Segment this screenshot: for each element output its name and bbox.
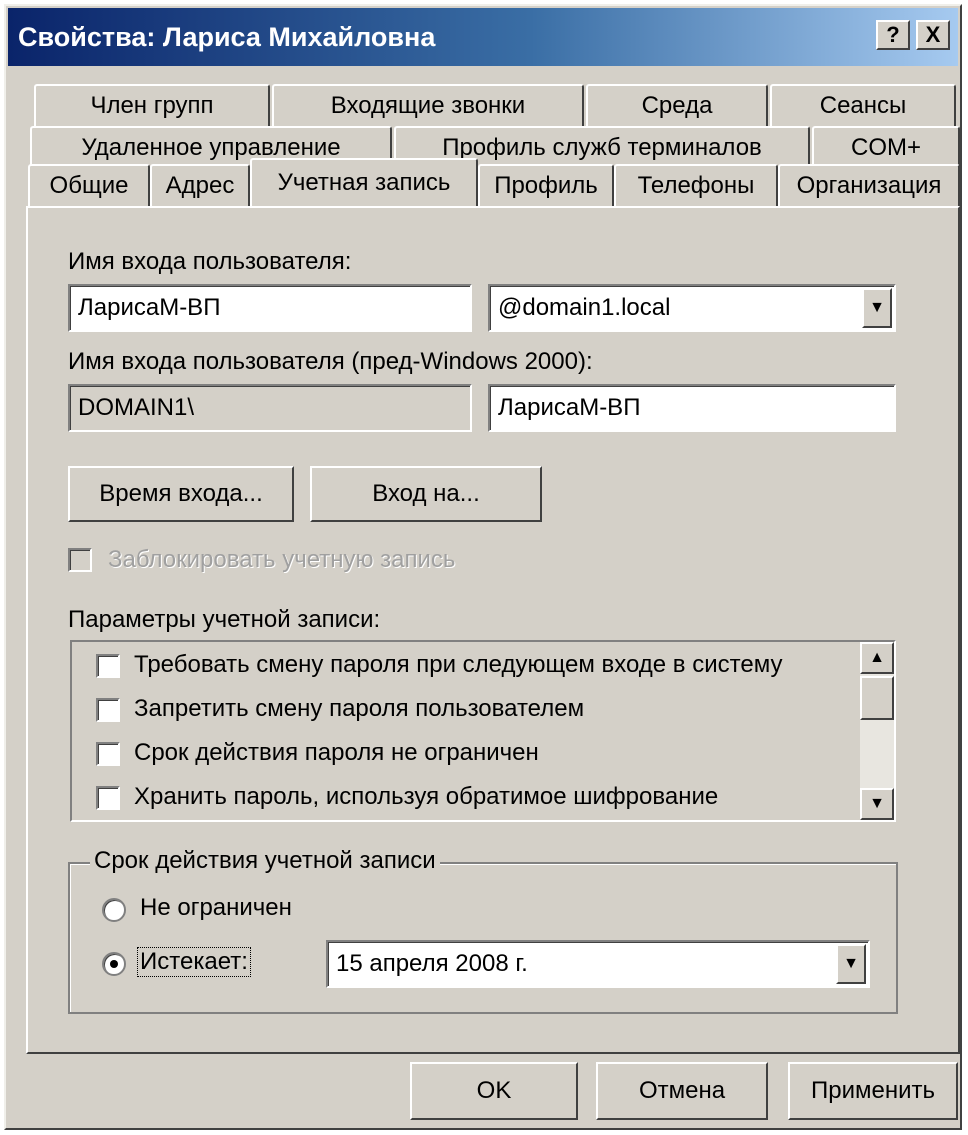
list-item[interactable]: Требовать смену пароля при следующем вхо… — [72, 646, 852, 686]
dialog-title: Свойства: Лариса Михайловна — [18, 21, 436, 52]
lock-account-checkbox — [68, 548, 92, 572]
account-tab-panel: Имя входа пользователя: ЛарисаМ-ВП @doma… — [26, 206, 960, 1054]
option-label: Срок действия пароля не ограничен — [134, 739, 539, 766]
option-label: Запретить смену пароля пользователем — [134, 695, 585, 722]
radio-selected-dot — [110, 960, 118, 968]
title-bar: Свойства: Лариса Михайловна ? X — [8, 8, 958, 66]
pre2000-logon-label: Имя входа пользователя (пред-Windows 200… — [68, 348, 593, 375]
tab-member-of[interactable]: Член групп — [34, 84, 270, 126]
expiry-date-picker[interactable]: 15 апреля 2008 г. ▼ — [326, 940, 870, 988]
list-item[interactable]: Срок действия пароля не ограничен — [72, 734, 852, 774]
list-item[interactable]: Запретить смену пароля пользователем — [72, 690, 852, 730]
ok-button[interactable]: OK — [410, 1062, 578, 1120]
tab-account[interactable]: Учетная запись — [250, 158, 478, 206]
help-button[interactable]: ? — [876, 20, 910, 50]
account-options-list[interactable]: Требовать смену пароля при следующем вхо… — [70, 640, 896, 822]
upn-suffix-select[interactable]: @domain1.local ▼ — [488, 284, 896, 332]
pre2000-logon-value: ЛарисаМ-ВП — [498, 394, 641, 421]
scroll-thumb[interactable] — [860, 676, 894, 720]
properties-dialog: Свойства: Лариса Михайловна ? X Член гру… — [4, 4, 962, 1130]
expires-label: Истекает: — [137, 947, 251, 977]
tab-address[interactable]: Адрес — [150, 164, 250, 206]
tab-dial-in[interactable]: Входящие звонки — [272, 84, 584, 126]
logon-hours-button[interactable]: Время входа... — [68, 466, 294, 522]
account-expiry-title: Срок действия учетной записи — [90, 847, 440, 875]
account-options-label: Параметры учетной записи: — [68, 606, 381, 633]
option-checkbox[interactable] — [96, 698, 120, 722]
option-label: Хранить пароль, используя обратимое шифр… — [134, 783, 719, 810]
apply-button[interactable]: Применить — [788, 1062, 958, 1120]
tab-profile[interactable]: Профиль — [478, 164, 614, 206]
account-expiry-group: Срок действия учетной записи Не ограниче… — [68, 847, 898, 1014]
option-checkbox[interactable] — [96, 654, 120, 678]
never-expires-radio[interactable] — [102, 898, 126, 922]
cancel-button[interactable]: Отмена — [596, 1062, 768, 1120]
option-checkbox[interactable] — [96, 742, 120, 766]
tab-environment[interactable]: Среда — [586, 84, 768, 126]
tab-organization[interactable]: Организация — [778, 164, 960, 206]
logon-name-value: ЛарисаМ-ВП — [78, 294, 221, 321]
tab-general[interactable]: Общие — [28, 164, 150, 206]
tab-telephones[interactable]: Телефоны — [614, 164, 778, 206]
never-expires-label: Не ограничен — [140, 894, 292, 921]
scroll-down-icon[interactable]: ▼ — [860, 788, 894, 820]
logon-name-label: Имя входа пользователя: — [68, 248, 352, 275]
options-scrollbar[interactable]: ▲ ▼ — [860, 642, 894, 820]
expiry-date-value: 15 апреля 2008 г. — [336, 950, 528, 977]
list-item[interactable]: Хранить пароль, используя обратимое шифр… — [72, 778, 852, 818]
chevron-down-icon[interactable]: ▼ — [862, 288, 892, 328]
logon-name-input[interactable]: ЛарисаМ-ВП — [68, 284, 472, 332]
close-button[interactable]: X — [916, 20, 950, 50]
chevron-down-icon[interactable]: ▼ — [836, 944, 866, 984]
pre2000-domain-field: DOMAIN1\ — [68, 384, 472, 432]
lock-account-label: Заблокировать учетную запись — [108, 546, 456, 573]
option-checkbox[interactable] — [96, 786, 120, 810]
tab-sessions[interactable]: Сеансы — [770, 84, 956, 126]
pre2000-logon-input[interactable]: ЛарисаМ-ВП — [488, 384, 896, 432]
option-label: Требовать смену пароля при следующем вхо… — [134, 651, 783, 678]
upn-suffix-value: @domain1.local — [498, 294, 671, 321]
logon-to-button[interactable]: Вход на... — [310, 466, 542, 522]
scroll-up-icon[interactable]: ▲ — [860, 642, 894, 674]
expires-radio[interactable] — [102, 952, 126, 976]
pre2000-domain-value: DOMAIN1\ — [78, 394, 195, 421]
tab-com-plus[interactable]: COM+ — [812, 126, 960, 168]
